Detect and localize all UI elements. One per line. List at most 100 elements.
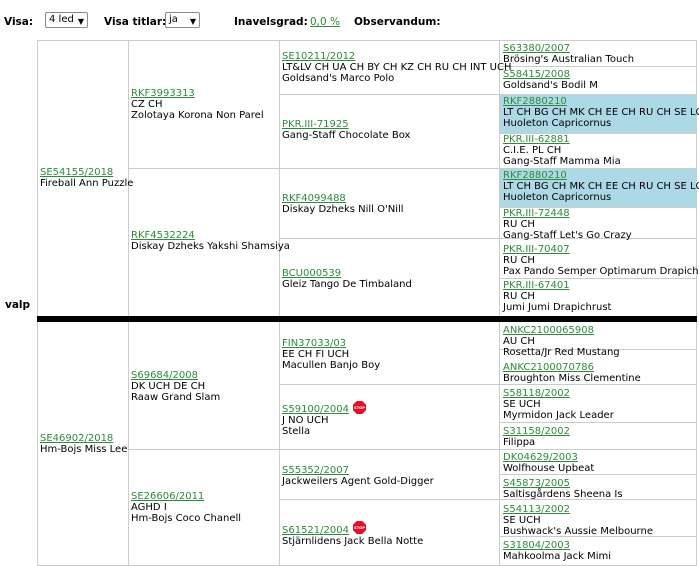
sssd-name: Goldsand's Bodil M bbox=[503, 80, 598, 91]
ssd-reg-link[interactable]: PKR.III-71925 bbox=[282, 119, 349, 130]
dsds-name: Myrmidon Jack Leader bbox=[503, 410, 614, 421]
sdsd-name: Gang-Staff Let's Go Crazy bbox=[503, 230, 632, 241]
chevron-down-icon: ▼ bbox=[77, 17, 84, 26]
dsds-reg-link[interactable]: S58118/2002 bbox=[503, 388, 570, 399]
sssd-cell: S58415/2008 Goldsand's Bodil M bbox=[503, 69, 598, 91]
ds-cell: S69684/2008 DK UCH DE CH Raaw Grand Slam bbox=[131, 370, 220, 403]
controls-bar: Visa: 4 led ▼ Visa titlar: ja ▼ Inavelsgra… bbox=[0, 0, 699, 40]
inavelsgrad-label: Inavelsgrad: bbox=[234, 16, 308, 28]
sdd-reg-link[interactable]: BCU000539 bbox=[282, 268, 341, 279]
ddds-name: Bushwack's Aussie Melbourne bbox=[503, 526, 653, 537]
sds-cell: RKF4099488 Diskay Dzheks Nill O'Nill bbox=[282, 193, 404, 215]
dds-name: Jackweilers Agent Gold-Digger bbox=[282, 476, 434, 487]
sdss-titles: LT CH BG CH MK CH EE CH RU CH SE LCH bbox=[503, 181, 699, 192]
ddsd-cell: S45873/2005 Saltisgårdens Sheena Is bbox=[503, 478, 623, 500]
ds-reg-link[interactable]: S69684/2008 bbox=[131, 370, 198, 381]
sddd-reg-link[interactable]: PKR.III-67401 bbox=[503, 280, 570, 291]
sss-titles: LT&LV CH UA CH BY CH KZ CH RU CH INT UCH bbox=[282, 62, 512, 73]
ddsd-reg-link[interactable]: S45873/2005 bbox=[503, 478, 570, 489]
sssd-reg-link[interactable]: S58415/2008 bbox=[503, 69, 570, 80]
dss-cell: FIN37033/03 EE CH FI UCH Macullen Banjo … bbox=[282, 338, 380, 371]
dsds-cell: S58118/2002 SE UCH Myrmidon Jack Leader bbox=[503, 388, 614, 421]
ddds-reg-link[interactable]: S54113/2002 bbox=[503, 504, 570, 515]
sd-reg-link[interactable]: RKF4532224 bbox=[131, 230, 195, 241]
sdss-reg-link[interactable]: RKF2880210 bbox=[503, 170, 567, 181]
sdds-name: Pax Pando Semper Optimarum Drapichr bbox=[503, 266, 699, 277]
sd-cell: RKF4532224 Diskay Dzheks Yakshi Shamsiya bbox=[131, 230, 290, 252]
dd-name: Hm-Bojs Coco Chanell bbox=[131, 513, 242, 524]
ssds-name: Huoleton Capricornus bbox=[503, 118, 612, 129]
sdds-titles: RU CH bbox=[503, 255, 535, 266]
sire-reg-link[interactable]: SE54155/2018 bbox=[40, 167, 113, 178]
dssd-name: Broughton Miss Clementine bbox=[503, 373, 641, 384]
ds-titles: DK UCH DE CH bbox=[131, 381, 206, 392]
sds-reg-link[interactable]: RKF4099488 bbox=[282, 193, 346, 204]
ssd-name: Gang-Staff Chocolate Box bbox=[282, 130, 411, 141]
dss-titles: EE CH FI UCH bbox=[282, 349, 350, 360]
dssd-reg-link[interactable]: ANKC2100070786 bbox=[503, 362, 594, 373]
stop-sign-icon: STOP bbox=[353, 521, 366, 534]
svg-text:STOP: STOP bbox=[354, 526, 365, 530]
sss-name: Goldsand's Marco Polo bbox=[282, 73, 395, 84]
ddss-reg-link[interactable]: DK04629/2003 bbox=[503, 452, 578, 463]
sddd-titles: RU CH bbox=[503, 291, 535, 302]
ssdd-reg-link[interactable]: PKR.III-62881 bbox=[503, 134, 570, 145]
dssd-cell: ANKC2100070786 Broughton Miss Clementine bbox=[503, 362, 641, 384]
dsdd-name: Filippa bbox=[503, 437, 536, 448]
dsss-reg-link[interactable]: ANKC2100065908 bbox=[503, 325, 594, 336]
ddsd-name: Saltisgårdens Sheena Is bbox=[503, 489, 623, 500]
ssss-reg-link[interactable]: S63380/2007 bbox=[503, 43, 570, 54]
chevron-down-icon: ▼ bbox=[189, 17, 196, 26]
ddss-cell: DK04629/2003 Wolfhouse Upbeat bbox=[503, 452, 594, 474]
generations-select[interactable]: 4 led ▼ bbox=[45, 12, 88, 28]
sdds-reg-link[interactable]: PKR.III-70407 bbox=[503, 244, 570, 255]
dss-reg-link[interactable]: FIN37033/03 bbox=[282, 338, 346, 349]
sire-cell: SE54155/2018 Fireball Ann Puzzle bbox=[40, 167, 133, 189]
sdds-cell: PKR.III-70407 RU CH Pax Pando Semper Opt… bbox=[503, 244, 699, 277]
dd-reg-link[interactable]: SE26606/2011 bbox=[131, 491, 204, 502]
dsss-name: Rosetta/Jr Red Mustang bbox=[503, 347, 620, 358]
sddd-name: Jumi Jumi Drapichrust bbox=[503, 302, 612, 313]
visa-titlar-label: Visa titlar: bbox=[104, 16, 167, 28]
dd-cell: SE26606/2011 AGHD I Hm-Bojs Coco Chanell bbox=[131, 491, 241, 524]
dsd-cell: S59100/2004 J NO UCH Stella bbox=[282, 404, 349, 437]
dd-titles: AGHD I bbox=[131, 502, 167, 513]
sdd-cell: BCU000539 Gleiz Tango De Timbaland bbox=[282, 268, 412, 290]
dam-name: Hm-Bojs Miss Lee bbox=[40, 444, 128, 455]
visa-label: Visa: bbox=[4, 16, 34, 28]
dsd-reg-link[interactable]: S59100/2004 bbox=[282, 404, 349, 415]
sdsd-titles: RU CH bbox=[503, 219, 535, 230]
sd-name: Diskay Dzheks Yakshi Shamsiya bbox=[131, 241, 290, 252]
sds-name: Diskay Dzheks Nill O'Nill bbox=[282, 204, 404, 215]
dsdd-cell: S31158/2002 Filippa bbox=[503, 426, 570, 448]
ssss-cell: S63380/2007 Brösing's Australian Touch bbox=[503, 43, 634, 65]
dsd-name: Stella bbox=[282, 426, 311, 437]
ssdd-titles: C.I.E. PL CH bbox=[503, 145, 562, 156]
ddss-name: Wolfhouse Upbeat bbox=[503, 463, 595, 474]
sdss-name: Huoleton Capricornus bbox=[503, 192, 612, 203]
dddd-name: Mahkoolma Jack Mimi bbox=[503, 551, 612, 562]
dddd-reg-link[interactable]: S31804/2003 bbox=[503, 540, 570, 551]
sss-reg-link[interactable]: SE10211/2012 bbox=[282, 51, 355, 62]
ss-name: Zolotaya Korona Non Parel bbox=[131, 110, 264, 121]
sdd-name: Gleiz Tango De Timbaland bbox=[282, 279, 412, 290]
dsd-titles: J NO UCH bbox=[282, 415, 329, 426]
dsds-titles: SE UCH bbox=[503, 399, 541, 410]
dam-reg-link[interactable]: SE46902/2018 bbox=[40, 433, 113, 444]
ss-cell: RKF3993313 CZ CH Zolotaya Korona Non Par… bbox=[131, 88, 264, 121]
pedigree-table: SE54155/2018 Fireball Ann Puzzle SE46902… bbox=[37, 40, 699, 566]
ddd-reg-link[interactable]: S61521/2004 bbox=[282, 525, 349, 536]
sdsd-reg-link[interactable]: PKR.III-72448 bbox=[503, 208, 570, 219]
inavelsgrad-link[interactable]: 0,0 % bbox=[310, 16, 340, 28]
ss-reg-link[interactable]: RKF3993313 bbox=[131, 88, 195, 99]
dsss-titles: AU CH bbox=[503, 336, 535, 347]
dds-reg-link[interactable]: S55352/2007 bbox=[282, 465, 349, 476]
titles-select[interactable]: ja ▼ bbox=[165, 12, 200, 28]
dss-name: Macullen Banjo Boy bbox=[282, 360, 381, 371]
sire-name: Fireball Ann Puzzle bbox=[40, 178, 134, 189]
ssds-titles: LT CH BG CH MK CH EE CH RU CH SE LCH bbox=[503, 107, 699, 118]
dsdd-reg-link[interactable]: S31158/2002 bbox=[503, 426, 570, 437]
ssds-reg-link[interactable]: RKF2880210 bbox=[503, 96, 567, 107]
ddds-cell: S54113/2002 SE UCH Bushwack's Aussie Mel… bbox=[503, 504, 653, 537]
dddd-cell: S31804/2003 Mahkoolma Jack Mimi bbox=[503, 540, 611, 562]
